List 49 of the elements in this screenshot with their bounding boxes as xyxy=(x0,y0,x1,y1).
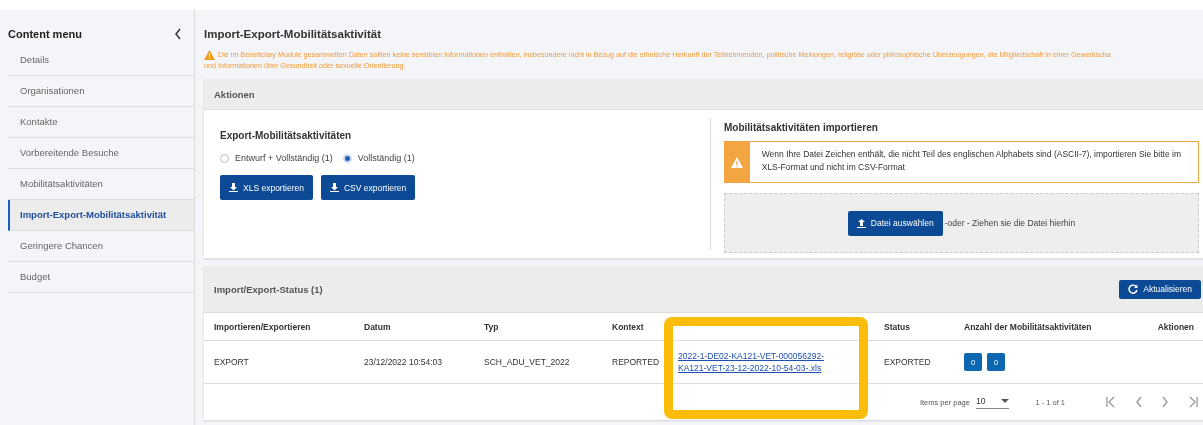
column-header: Aktionen xyxy=(1157,321,1194,332)
sidebar-item[interactable]: Budget xyxy=(8,262,194,293)
download-icon xyxy=(329,183,339,192)
first-page-icon[interactable] xyxy=(1105,396,1117,408)
section-title: Export-Mobilitätsaktivitäten xyxy=(220,130,353,141)
previous-page-icon[interactable] xyxy=(1135,396,1143,408)
items-per-page-select[interactable]: 10 xyxy=(975,395,1010,409)
download-icon xyxy=(229,183,238,192)
table-cell: EXPORT xyxy=(214,357,249,367)
table-cell: REPORTED xyxy=(612,357,660,367)
page-title: Import-Export-Mobilitätsaktivität xyxy=(204,28,382,40)
column-header: Typ xyxy=(484,321,499,332)
sidebar-item[interactable]: Geringere Chancen xyxy=(8,231,194,262)
table-cell: EXPORTED xyxy=(884,357,931,367)
notice-text: Wenn Ihre Datei Zeichen enthält, die nicht Teil des englischen Alphabets sind (ASCII-7), importieren Sie bitte im XLS-Format und nicht im CSV-Format xyxy=(760,148,1182,174)
next-page-icon[interactable] xyxy=(1161,396,1169,408)
warning-icon xyxy=(731,156,744,168)
column-header: Datum xyxy=(364,321,391,332)
drop-hint: -oder - Ziehen sie die Datei hierhin xyxy=(944,218,1076,228)
radio-label: Entwurf + Vollständig (1) xyxy=(235,153,333,163)
upload-icon xyxy=(856,218,866,228)
panel-title: Aktionen xyxy=(214,88,255,100)
export-button[interactable]: CSV exportieren xyxy=(320,175,416,200)
panel-title: Import/Export-Status (1) xyxy=(214,283,323,295)
refresh-icon xyxy=(1128,284,1139,294)
table-cell: 23/12/2022 10:54:03 xyxy=(364,357,442,367)
sidebar-item[interactable]: Import-Export-Mobilitätsaktivität xyxy=(8,200,194,231)
column-header: Anzahl der Mobilitätsaktivitäten xyxy=(964,321,1092,332)
drop-zone[interactable]: Datei auswählen -oder - Ziehen sie die Datei hierhin xyxy=(724,193,1199,253)
file-link[interactable]: 2022-1-DE02-KA121-VET-000056292- KA121-VET-23-12-2022-10-54-03-.xls xyxy=(678,350,873,374)
column-header: Kontext xyxy=(612,321,644,332)
section-title: Mobilitätsaktivitäten importieren xyxy=(724,122,879,133)
last-page-icon[interactable] xyxy=(1187,396,1199,408)
column-header: Status xyxy=(884,321,910,332)
sidebar-item[interactable]: Vorbereitende Besuche xyxy=(8,138,194,169)
radio-button[interactable] xyxy=(342,153,352,163)
sidebar-item[interactable]: Kontakte xyxy=(8,107,194,138)
sidebar-item[interactable]: Organisationen xyxy=(8,76,194,107)
export-button[interactable]: XLS exportieren xyxy=(220,175,313,200)
refresh-button[interactable]: Aktualisieren xyxy=(1119,279,1201,299)
choose-file-button[interactable]: Datei auswählen xyxy=(847,210,943,236)
sidebar-item[interactable]: Details xyxy=(8,45,194,76)
column-header: Importieren/Exportieren xyxy=(214,321,311,332)
caret-icon xyxy=(1001,398,1010,403)
warning-icon xyxy=(204,50,215,60)
table-cell: SCH_ADU_VET_2022 xyxy=(484,357,570,367)
sidebar-title: Content menu xyxy=(8,28,82,40)
radio-label: Vollständig (1) xyxy=(357,153,415,163)
collapse-chevron-icon[interactable] xyxy=(174,28,182,40)
